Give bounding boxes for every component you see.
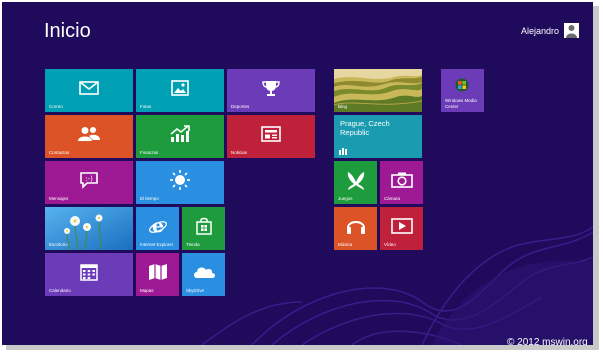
tile-video[interactable]: Vídeo [380, 207, 423, 250]
tile-mapas[interactable]: Mapas [136, 253, 179, 296]
game-controller-icon [347, 171, 364, 190]
tile-label: Mapas [140, 288, 154, 293]
play-icon [390, 218, 413, 234]
tile-label: Windows Media Center [445, 98, 477, 109]
tile-label: Fotos [140, 104, 152, 109]
watermark-text: © 2012 mswin.org [507, 337, 588, 345]
internet-explorer-icon: e [148, 216, 167, 236]
weather-city-label: Prague, Czech Republic [340, 119, 390, 137]
tile-label: Bing [338, 104, 348, 109]
headphones-icon [346, 220, 365, 234]
chart-icon [170, 125, 190, 142]
tile-label: Internet Explorer [140, 242, 174, 247]
tile-camara[interactable]: Cámara [380, 161, 423, 204]
calendar-icon [80, 264, 98, 281]
windows-media-center-icon [455, 78, 469, 92]
tile-juegos[interactable]: Juegos [334, 161, 377, 204]
tile-skydrive[interactable]: SkyDrive [182, 253, 225, 296]
shopping-bag-icon [195, 217, 212, 235]
tile-label: Tienda [186, 242, 200, 247]
trophy-icon [262, 80, 280, 96]
news-icon [261, 126, 281, 142]
envelope-icon [79, 81, 99, 95]
tile-correo[interactable]: Correo [45, 69, 133, 112]
user-name[interactable]: Alejandro [521, 26, 559, 36]
tile-label: Noticias [231, 150, 248, 155]
tile-bing[interactable]: Bing [334, 69, 422, 112]
tile-label: Música [338, 242, 353, 247]
tile-label: El tiempo [140, 196, 159, 201]
tile-label: Cámara [384, 196, 401, 201]
tile-label: Vídeo [384, 242, 396, 247]
svg-text::-): :-) [85, 175, 93, 183]
user-avatar-icon[interactable] [564, 23, 579, 38]
tile-label: Deportes [231, 104, 250, 109]
photo-icon [171, 80, 189, 96]
tile-label: SkyDrive [186, 288, 205, 293]
tile-label: Mensajes [49, 196, 69, 201]
tile-label: Contactos [49, 150, 70, 155]
tile-tienda[interactable]: Tienda [182, 207, 225, 250]
tile-label: Juegos [338, 196, 353, 201]
tile-windows-media-center[interactable]: Windows Media Center [441, 69, 484, 112]
tile-escritorio[interactable]: Escritorio [45, 207, 133, 250]
bing-landscape-photo [334, 69, 422, 112]
tile-deportes[interactable]: Deportes [227, 69, 315, 112]
tile-label: Finanzas [140, 150, 159, 155]
tile-finanzas[interactable]: Finanzas [136, 115, 224, 158]
tile-noticias[interactable]: Noticias [227, 115, 315, 158]
start-screen: Inicio Alejandro Correo Fotos Deportes C… [2, 2, 593, 345]
people-icon [78, 126, 100, 141]
page-title: Inicio [44, 20, 91, 42]
tile-musica[interactable]: Música [334, 207, 377, 250]
weather-app-icon [339, 148, 347, 155]
sun-icon [170, 169, 190, 190]
tile-mensajes[interactable]: :-) Mensajes [45, 161, 133, 204]
tile-contactos[interactable]: Contactos [45, 115, 133, 158]
tile-calendario[interactable]: Calendario [45, 253, 133, 296]
tile-label: Escritorio [49, 242, 68, 247]
tile-internet-explorer[interactable]: e Internet Explorer [136, 207, 179, 250]
svg-text:e: e [151, 216, 163, 236]
tile-label: Calendario [49, 288, 71, 293]
tile-fotos[interactable]: Fotos [136, 69, 224, 112]
tile-label: Correo [49, 104, 63, 109]
chat-icon: :-) [80, 172, 98, 189]
map-icon [148, 263, 167, 280]
camera-icon [390, 172, 413, 188]
tile-weather-prague[interactable]: Prague, Czech Republic [334, 115, 422, 158]
cloud-icon [193, 267, 215, 278]
tile-tiempo[interactable]: El tiempo [136, 161, 224, 204]
